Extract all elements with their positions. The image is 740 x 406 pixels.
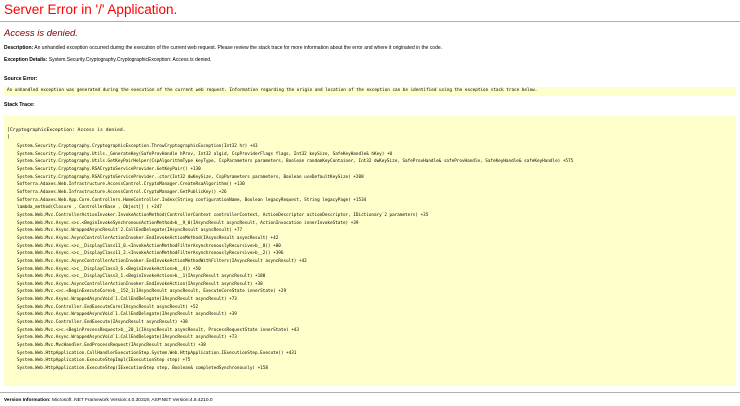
- title-divider: [0, 21, 740, 22]
- stack-frame: Softerra.Adaxes.Web.App.Core.Controllers…: [17, 197, 367, 203]
- stack-frame: System.Security.Cryptography.RSACryptoSe…: [17, 166, 201, 172]
- stack-frame: System.Web.Mvc.Async.<>c.<BeginInvokeSyn…: [17, 220, 359, 226]
- exception-details-text: System.Security.Cryptography.Cryptograph…: [48, 57, 212, 63]
- stack-frame: System.Web.Mvc.Controller.EndExecute(IAs…: [17, 320, 188, 326]
- stack-frame: System.Web.Mvc.Async.<>c__DisplayClass3_…: [17, 266, 201, 272]
- exception-details-line: Exception Details: System.Security.Crypt…: [4, 57, 211, 64]
- source-error-label: Source Error:: [4, 76, 38, 82]
- version-info-line: Version Information: Microsoft .NET Fram…: [4, 398, 213, 404]
- version-info-text: Microsoft .NET Framework Version:4.0.303…: [52, 398, 213, 403]
- source-error-text: An unhandled exception was generated dur…: [7, 88, 538, 93]
- stack-frames-list: System.Security.Cryptography.Cryptograph…: [17, 143, 573, 373]
- stack-frame: System.Security.Cryptography.RSACryptoSe…: [17, 174, 364, 180]
- source-error-box: An unhandled exception was generated dur…: [4, 87, 736, 96]
- stack-frame: System.Web.HttpApplication.CallHandlerEx…: [17, 350, 297, 356]
- stack-frame: Softerra.Adaxes.Web.Infrastructure.Acces…: [17, 182, 245, 188]
- stack-frame: System.Web.Mvc.MvcHandler.EndProcessRequ…: [17, 343, 206, 349]
- stack-frame: System.Security.Cryptography.Utils._Gene…: [17, 151, 393, 157]
- version-divider: [0, 392, 740, 393]
- description-text: An unhandled exception occurred during t…: [34, 45, 443, 51]
- stack-frame: System.Web.Mvc.ControllerActionInvoker.I…: [17, 212, 429, 218]
- description-label: Description:: [4, 45, 34, 51]
- stack-frame: System.Web.Mvc.Async.WrappedAsyncVoid`1.…: [17, 297, 237, 303]
- stack-frame: System.Web.Mvc.Async.WrappedAsyncResult`…: [17, 228, 243, 234]
- stack-frame: System.Web.Mvc.<>c.<BeginExecuteCore>b__…: [17, 289, 287, 295]
- stack-frame: System.Web.Mvc.Async.WrappedAsyncVoid`1.…: [17, 312, 237, 318]
- stack-frame: System.Web.Mvc.Async.<>c__DisplayClass11…: [17, 243, 281, 249]
- exception-details-label: Exception Details:: [4, 57, 48, 63]
- version-info-label: Version Information:: [4, 398, 51, 403]
- stack-frame: lambda_method(Closure , ControllerBase ,…: [17, 205, 162, 211]
- stack-trace-header: [CryptographicException: Access is denie…: [7, 127, 126, 141]
- stack-trace-header-line2: ]: [7, 135, 10, 140]
- page-title: Server Error in '/' Application.: [4, 2, 178, 17]
- stack-frame: System.Web.HttpApplication.ExecuteStepIm…: [17, 358, 191, 364]
- stack-frame: System.Web.Mvc.Async.<>c__DisplayClass3_…: [17, 274, 266, 280]
- stack-frame: Softerra.Adaxes.Web.Infrastructure.Acces…: [17, 189, 227, 195]
- error-page: Server Error in '/' Application. Access …: [0, 0, 740, 406]
- stack-trace-label: Stack Trace:: [4, 102, 35, 108]
- stack-frame: System.Web.HttpApplication.ExecuteStep(I…: [17, 366, 268, 372]
- stack-trace-header-line1: [CryptographicException: Access is denie…: [7, 128, 126, 133]
- stack-frame: System.Web.Mvc.<>c.<BeginProcessRequest>…: [17, 327, 299, 333]
- stack-frame: System.Web.Mvc.Controller.EndExecuteCore…: [17, 304, 199, 310]
- stack-frame: System.Web.Mvc.Async.WrappedAsyncVoid`1.…: [17, 335, 237, 341]
- stack-frame: System.Security.Cryptography.Cryptograph…: [17, 144, 258, 149]
- error-subtitle: Access is denied.: [4, 28, 78, 39]
- stack-frame: System.Security.Cryptography.Utils.GetKe…: [17, 159, 574, 165]
- stack-frame: System.Web.Mvc.Async.AsyncControllerActi…: [17, 258, 307, 264]
- stack-frame: System.Web.Mvc.Async.AsyncControllerActi…: [17, 281, 263, 287]
- stack-trace-box: [CryptographicException: Access is denie…: [4, 116, 736, 386]
- stack-frame: System.Web.Mvc.Async.<>c__DisplayClass11…: [17, 251, 284, 257]
- stack-frame: System.Web.Mvc.Async.AsyncControllerActi…: [17, 235, 279, 241]
- description-line: Description: An unhandled exception occu…: [4, 45, 442, 52]
